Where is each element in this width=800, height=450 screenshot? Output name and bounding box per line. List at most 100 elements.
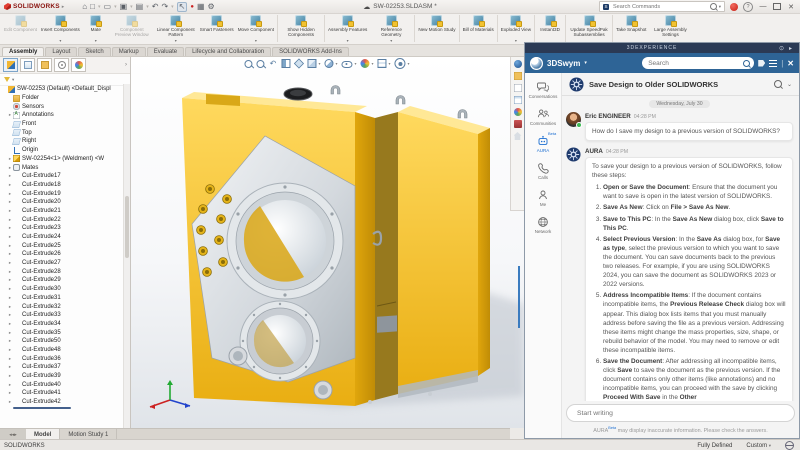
appearances-scenes-icon[interactable] bbox=[514, 108, 522, 116]
tree-item-cut-extrude23[interactable]: ▸Cut-Extrude23 bbox=[0, 224, 124, 233]
rail-item-conversations[interactable]: Conversations bbox=[529, 81, 558, 99]
save-icon[interactable]: ▣ bbox=[120, 3, 128, 11]
ribbon-button-show-hidden-components[interactable]: Show Hidden Components bbox=[279, 13, 323, 44]
close-button[interactable]: ✕ bbox=[786, 3, 796, 11]
zoom-to-fit-icon[interactable] bbox=[244, 60, 252, 68]
panel-search-input[interactable] bbox=[646, 59, 740, 68]
ribbon-button-update-speedpak-subassemblies[interactable]: Update SpeedPak Subassemblies bbox=[567, 13, 611, 44]
panel-pin-icon[interactable]: ⊙ bbox=[779, 45, 786, 52]
tree-item-front[interactable]: Front bbox=[0, 120, 124, 129]
options-icon[interactable]: ⚙ bbox=[208, 3, 215, 11]
select-icon[interactable]: ↖ bbox=[177, 2, 188, 12]
zoom-to-area-icon[interactable] bbox=[256, 60, 264, 68]
composer[interactable] bbox=[566, 404, 795, 422]
rail-item-communities[interactable]: Communities bbox=[530, 108, 556, 126]
view-orientation-icon[interactable] bbox=[307, 59, 316, 68]
tree-item-cut-extrude27[interactable]: ▸Cut-Extrude27 bbox=[0, 259, 124, 268]
dropdown-caret-icon[interactable]: ▾ bbox=[255, 39, 257, 44]
dropdown-caret-icon[interactable]: ▾ bbox=[515, 39, 517, 44]
ribbon-button-linear-component-pattern[interactable]: Linear Component Pattern▾ bbox=[154, 13, 198, 44]
print-caret-icon[interactable]: ▾ bbox=[146, 4, 149, 10]
tree-item-cut-extrude26[interactable]: ▸Cut-Extrude26 bbox=[0, 250, 124, 259]
rollback-bar[interactable] bbox=[13, 407, 71, 409]
pane-expand-chevron-icon[interactable]: › bbox=[125, 62, 127, 68]
tree-item-cut-extrude35[interactable]: ▸Cut-Extrude35 bbox=[0, 328, 124, 337]
open-icon[interactable]: ▭ bbox=[104, 3, 112, 11]
ribbon-button-bill-of-materials[interactable]: Bill of Materials bbox=[461, 13, 496, 44]
custom-properties-icon[interactable] bbox=[514, 120, 522, 128]
panel-search[interactable] bbox=[642, 57, 754, 69]
workspace-name[interactable]: 3DSwym bbox=[547, 59, 580, 68]
ribbon-button-take-snapshot[interactable]: Take Snapshot bbox=[614, 13, 648, 44]
file-properties-icon[interactable]: ▦ bbox=[197, 3, 205, 11]
statusbar-config[interactable]: Custom ▾ bbox=[746, 443, 771, 449]
open-caret-icon[interactable]: ▾ bbox=[114, 4, 117, 10]
conversation-chevron-icon[interactable]: ⌄ bbox=[787, 81, 792, 88]
view-orientation-caret-icon[interactable]: ▾ bbox=[318, 61, 320, 66]
tree-item-cut-extrude22[interactable]: ▸Cut-Extrude22 bbox=[0, 215, 124, 224]
propertymanager-tab[interactable] bbox=[20, 58, 35, 72]
ribbon-button-reference-geometry[interactable]: Reference Geometry▾ bbox=[369, 13, 413, 44]
featuremanager-tree-tab[interactable] bbox=[3, 58, 18, 72]
tree-item-cut-extrude37[interactable]: ▸Cut-Extrude37 bbox=[0, 363, 124, 372]
task-pane-handle[interactable] bbox=[518, 266, 520, 328]
tree-item-folder[interactable]: Folder bbox=[0, 94, 124, 103]
search-commands-input[interactable] bbox=[611, 3, 708, 11]
display-style-caret-icon[interactable]: ▾ bbox=[335, 61, 337, 66]
tree-item-cut-extrude18[interactable]: ▸Cut-Extrude18 bbox=[0, 181, 124, 190]
composer-input[interactable] bbox=[575, 409, 786, 418]
restore-button[interactable] bbox=[773, 3, 781, 10]
tree-scrollbar[interactable] bbox=[123, 84, 130, 428]
tag-icon[interactable] bbox=[758, 60, 765, 67]
units-globe-icon[interactable] bbox=[785, 441, 794, 450]
panel-collapse-icon[interactable]: ▸ bbox=[789, 45, 796, 52]
tree-item-cut-extrude41[interactable]: ▸Cut-Extrude41 bbox=[0, 389, 124, 398]
design-library-icon[interactable] bbox=[514, 72, 522, 80]
file-explorer-icon[interactable] bbox=[514, 84, 522, 92]
print-icon[interactable]: ▤ bbox=[136, 3, 144, 11]
tree-item-cut-extrude36[interactable]: ▸Cut-Extrude36 bbox=[0, 354, 124, 363]
viewport-canvas[interactable]: ↶▾▾▾▾▾▾ bbox=[130, 56, 524, 428]
tree-item-cut-extrude31[interactable]: ▸Cut-Extrude31 bbox=[0, 294, 124, 303]
tree-item-mates[interactable]: ▸Mates bbox=[0, 163, 124, 172]
display-style-icon[interactable] bbox=[324, 59, 333, 68]
dimxpertmanager-tab[interactable] bbox=[54, 58, 69, 72]
search-caret-icon[interactable]: ▾ bbox=[719, 4, 721, 10]
menu-hamburger-icon[interactable] bbox=[769, 60, 777, 67]
tree-item-cut-extrude19[interactable]: ▸Cut-Extrude19 bbox=[0, 189, 124, 198]
view-settings-icon[interactable] bbox=[395, 58, 406, 69]
apply-scene-icon[interactable] bbox=[378, 59, 387, 68]
tree-item-cut-extrude42[interactable]: ▸Cut-Extrude42 bbox=[0, 398, 124, 407]
tree-item-cut-extrude29[interactable]: ▸Cut-Extrude29 bbox=[0, 276, 124, 285]
tree-item-cut-extrude40[interactable]: ▸Cut-Extrude40 bbox=[0, 380, 124, 389]
new-caret-icon[interactable]: ▾ bbox=[98, 4, 101, 10]
hide-show-items-caret-icon[interactable]: ▾ bbox=[354, 61, 356, 66]
user-avatar[interactable] bbox=[730, 3, 738, 11]
tree-item-origin[interactable]: Origin bbox=[0, 146, 124, 155]
new-icon[interactable]: □ bbox=[90, 3, 95, 11]
rail-item-network[interactable]: Network bbox=[535, 216, 552, 234]
dropdown-caret-icon[interactable]: ▾ bbox=[175, 39, 177, 44]
tree-item-cut-extrude50[interactable]: ▸Cut-Extrude50 bbox=[0, 337, 124, 346]
dropdown-caret-icon[interactable]: ▾ bbox=[347, 39, 349, 44]
tree-item-right[interactable]: Right bbox=[0, 137, 124, 146]
apply-scene-caret-icon[interactable]: ▾ bbox=[389, 61, 391, 66]
section-view-icon[interactable] bbox=[281, 59, 290, 68]
3dexperience-icon[interactable] bbox=[514, 60, 522, 68]
tab-sketch[interactable]: Sketch bbox=[78, 47, 110, 56]
tree-item-cut-extrude17[interactable]: ▸Cut-Extrude17 bbox=[0, 172, 124, 181]
ribbon-button-mate[interactable]: Mate▾ bbox=[82, 13, 110, 44]
rail-item-aura[interactable]: BetaAURA bbox=[537, 135, 550, 153]
workspace-chevron-icon[interactable]: ▾ bbox=[584, 60, 587, 66]
ribbon-button-smart-fasteners[interactable]: Smart Fasteners bbox=[198, 13, 236, 44]
ribbon-button-new-motion-study[interactable]: New Motion Study bbox=[416, 13, 457, 44]
filter-funnel-icon[interactable] bbox=[4, 77, 10, 82]
ribbon-button-assembly-features[interactable]: Assembly Features▾ bbox=[326, 13, 369, 44]
dropdown-caret-icon[interactable]: ▾ bbox=[390, 39, 392, 44]
previous-view-icon[interactable]: ↶ bbox=[268, 59, 277, 68]
tree-scrollbar-thumb[interactable] bbox=[125, 196, 129, 258]
redo-caret-icon[interactable]: ▾ bbox=[171, 4, 174, 10]
tree-item-cut-extrude25[interactable]: ▸Cut-Extrude25 bbox=[0, 241, 124, 250]
dropdown-caret-icon[interactable]: ▾ bbox=[95, 39, 97, 44]
tree-item-cut-extrude33[interactable]: ▸Cut-Extrude33 bbox=[0, 311, 124, 320]
